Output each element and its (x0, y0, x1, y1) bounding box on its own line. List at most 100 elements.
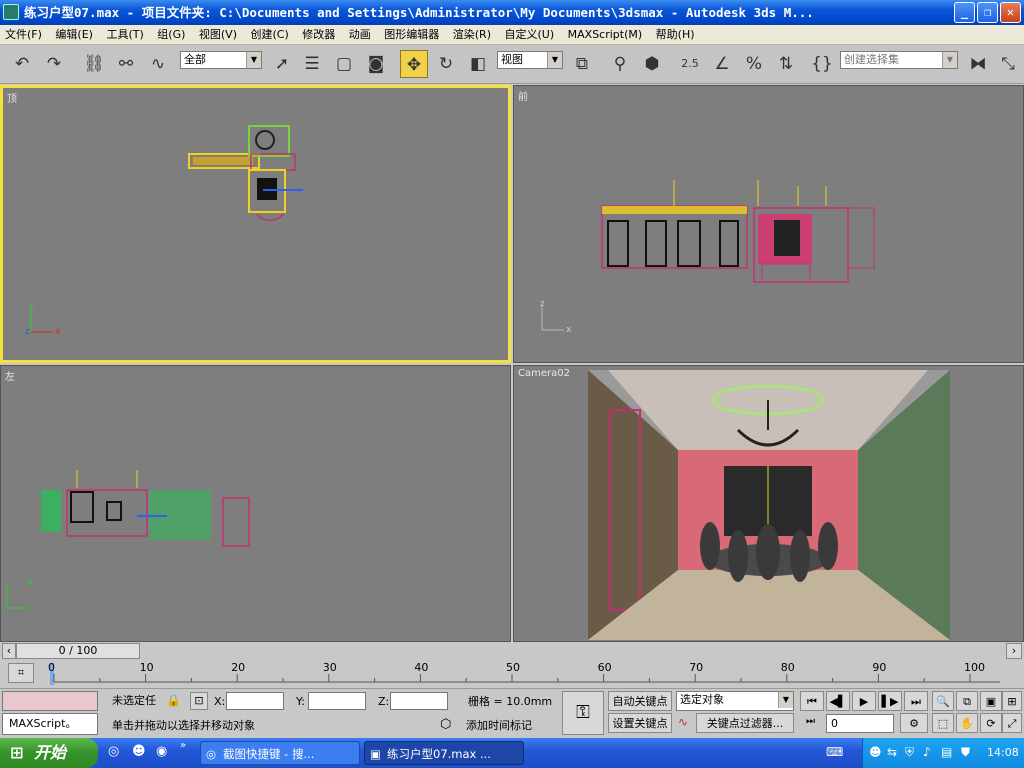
select-and-scale-icon[interactable]: ◧ (464, 50, 492, 78)
menu-edit[interactable]: 编辑(E) (50, 25, 98, 45)
maxscript-mini-listener[interactable]: MAXScript。 (2, 713, 98, 735)
maximize-viewport-icon[interactable]: ⤢ (1002, 713, 1022, 733)
prev-frame-arrow-icon[interactable]: ‹ (2, 643, 16, 659)
goto-start-icon[interactable]: ⏮ (800, 691, 824, 711)
previous-frame-icon[interactable]: ◀▌ (826, 691, 850, 711)
viewport-camera[interactable]: Camera02 (513, 365, 1024, 642)
time-slider-thumb[interactable]: 0 / 100 (16, 643, 140, 659)
y-coord-field[interactable] (308, 692, 366, 710)
menu-create[interactable]: 创建(C) (246, 25, 294, 45)
menu-group[interactable]: 组(G) (152, 25, 190, 45)
arc-rotate-icon[interactable]: ⟳ (980, 713, 1002, 733)
selection-filter-dropdown[interactable]: 全部 ▼ (180, 51, 262, 69)
clock[interactable]: 14:08 (987, 746, 1019, 759)
task-search-browser[interactable]: ◎ 截图快捷键 - 搜... (200, 741, 360, 765)
menu-animation[interactable]: 动画 (344, 25, 376, 45)
key-tangent-icon[interactable]: ∿ (678, 715, 688, 729)
region-zoom-icon[interactable]: ⬚ (932, 713, 954, 733)
select-and-link-icon[interactable]: ⛓ (80, 50, 108, 78)
keyboard-shortcut-override-icon[interactable]: ⬢ (638, 50, 666, 78)
key-mode-toggle-icon[interactable]: ⏭ (806, 716, 815, 727)
named-selection-set-dropdown[interactable]: 创建选择集 ▼ (840, 51, 958, 69)
pivot-center-icon[interactable]: ⧉ (568, 50, 596, 78)
menu-rendering[interactable]: 渲染(R) (448, 25, 496, 45)
x-coord-field[interactable] (226, 692, 284, 710)
goto-end-icon[interactable]: ⏭ (904, 691, 928, 711)
lock-selection-icon[interactable]: 🔒 (166, 693, 181, 707)
minimize-button[interactable]: _ (954, 2, 975, 23)
qq-quicklaunch-icon[interactable]: ☻ (132, 744, 146, 759)
quicklaunch-expand-icon[interactable]: » (180, 740, 186, 751)
ie-quicklaunch-icon[interactable]: ◎ (108, 744, 119, 759)
snaps-toggle-icon[interactable]: 2.5 (676, 50, 704, 78)
zoom-all-icon[interactable]: ⧉ (956, 691, 978, 711)
volume-tray-icon[interactable]: ♪ (923, 745, 931, 759)
track-bar[interactable]: ⌗ 0 10 20 30 40 50 60 70 80 90 100 (0, 660, 1024, 688)
menu-modifiers[interactable]: 修改器 (297, 25, 340, 45)
select-object-icon[interactable]: ➚ (268, 50, 296, 78)
mirror-icon[interactable]: ⧓ (964, 50, 992, 78)
window-crossing-icon[interactable]: ◙ (362, 50, 390, 78)
select-and-rotate-icon[interactable]: ↻ (432, 50, 460, 78)
set-key-button[interactable]: 设置关键点 (608, 713, 672, 733)
percent-snap-icon[interactable]: % (740, 50, 768, 78)
menu-tools[interactable]: 工具(T) (101, 25, 148, 45)
redo-icon[interactable]: ↷ (40, 50, 68, 78)
menu-maxscript[interactable]: MAXScript(M) (563, 25, 648, 45)
reference-coordinate-dropdown[interactable]: 视图 ▼ (497, 51, 563, 69)
zoom-icon[interactable]: 🔍 (932, 691, 954, 711)
close-button[interactable]: ✕ (1000, 2, 1021, 23)
selection-filter-value: 全部 (184, 53, 206, 66)
auto-key-button[interactable]: 自动关键点 (608, 691, 672, 711)
antivirus-tray-icon[interactable]: ⛊ (961, 745, 970, 760)
current-frame-field[interactable]: 0 (826, 714, 894, 733)
spinner-snap-icon[interactable]: ⇅ (772, 50, 800, 78)
key-mode-dropdown[interactable]: 选定对象 ▼ (676, 691, 794, 711)
key-filters-button[interactable]: 关键点过滤器... (696, 713, 794, 733)
menu-file[interactable]: 文件(F) (0, 25, 47, 45)
viewport-front[interactable]: 前 z x (513, 85, 1024, 363)
qq-tray-icon[interactable]: ☻ (869, 745, 882, 759)
restore-button[interactable]: ❐ (977, 2, 998, 23)
axis-tripod-top: y x z (25, 301, 61, 337)
play-icon[interactable]: ▶ (852, 691, 876, 711)
time-tag-icon[interactable]: ⬡ (440, 717, 451, 732)
viewport-top[interactable]: 顶 y x z (0, 85, 511, 363)
start-button[interactable]: ⊞ 开始 (0, 738, 98, 768)
menu-customize[interactable]: 自定义(U) (500, 25, 560, 45)
zoom-extents-icon[interactable]: ▣ (980, 691, 1002, 711)
bind-to-space-warp-icon[interactable]: ∿ (144, 50, 172, 78)
menu-help[interactable]: 帮助(H) (651, 25, 700, 45)
keyboard-layout-icon[interactable]: ⌨ (826, 745, 843, 759)
3dsmax-app-icon[interactable] (3, 4, 19, 20)
absolute-mode-icon[interactable]: ⊡ (190, 692, 208, 710)
task-3dsmax[interactable]: ▣ 练习户型07.max ... (364, 741, 524, 765)
set-key-icon[interactable]: ⚿ (562, 691, 604, 735)
security-shield-icon[interactable]: ⛨ (905, 745, 914, 760)
next-frame-icon[interactable]: ▌▶ (878, 691, 902, 711)
select-and-manipulate-icon[interactable]: ⚲ (606, 50, 634, 78)
angle-snap-icon[interactable]: ∠ (708, 50, 736, 78)
key-filters-label: 关键点过滤器... (706, 717, 784, 730)
time-configuration-icon[interactable]: ⚙ (900, 713, 928, 733)
rectangular-selection-icon[interactable]: ▢ (330, 50, 358, 78)
edit-named-selection-icon[interactable]: {} (808, 50, 836, 78)
viewport-left[interactable]: 左 y (0, 365, 511, 642)
menu-graph-editors[interactable]: 图形编辑器 (379, 25, 444, 45)
unlink-icon[interactable]: ⚯ (112, 50, 140, 78)
browser-quicklaunch-icon[interactable]: ◉ (156, 744, 167, 759)
maxscript-label: MAXScript。 (9, 717, 77, 730)
z-coord-field[interactable] (390, 692, 448, 710)
pan-hand-icon[interactable]: ✋ (956, 713, 978, 733)
display-tray-icon[interactable]: ▤ (941, 745, 952, 759)
undo-icon[interactable]: ↶ (8, 50, 36, 78)
zoom-extents-all-icon[interactable]: ⊞ (1002, 691, 1022, 711)
align-icon[interactable]: ⤡ (994, 50, 1022, 78)
menu-views[interactable]: 视图(V) (194, 25, 242, 45)
select-by-name-icon[interactable]: ☰ (298, 50, 326, 78)
next-frame-arrow-icon[interactable]: › (1006, 643, 1022, 659)
select-and-move-icon[interactable]: ✥ (400, 50, 428, 78)
network-tray-icon[interactable]: ⇆ (887, 745, 897, 759)
maxscript-listener-pink[interactable] (2, 691, 98, 711)
add-time-tag[interactable]: 添加时间标记 (466, 719, 532, 733)
